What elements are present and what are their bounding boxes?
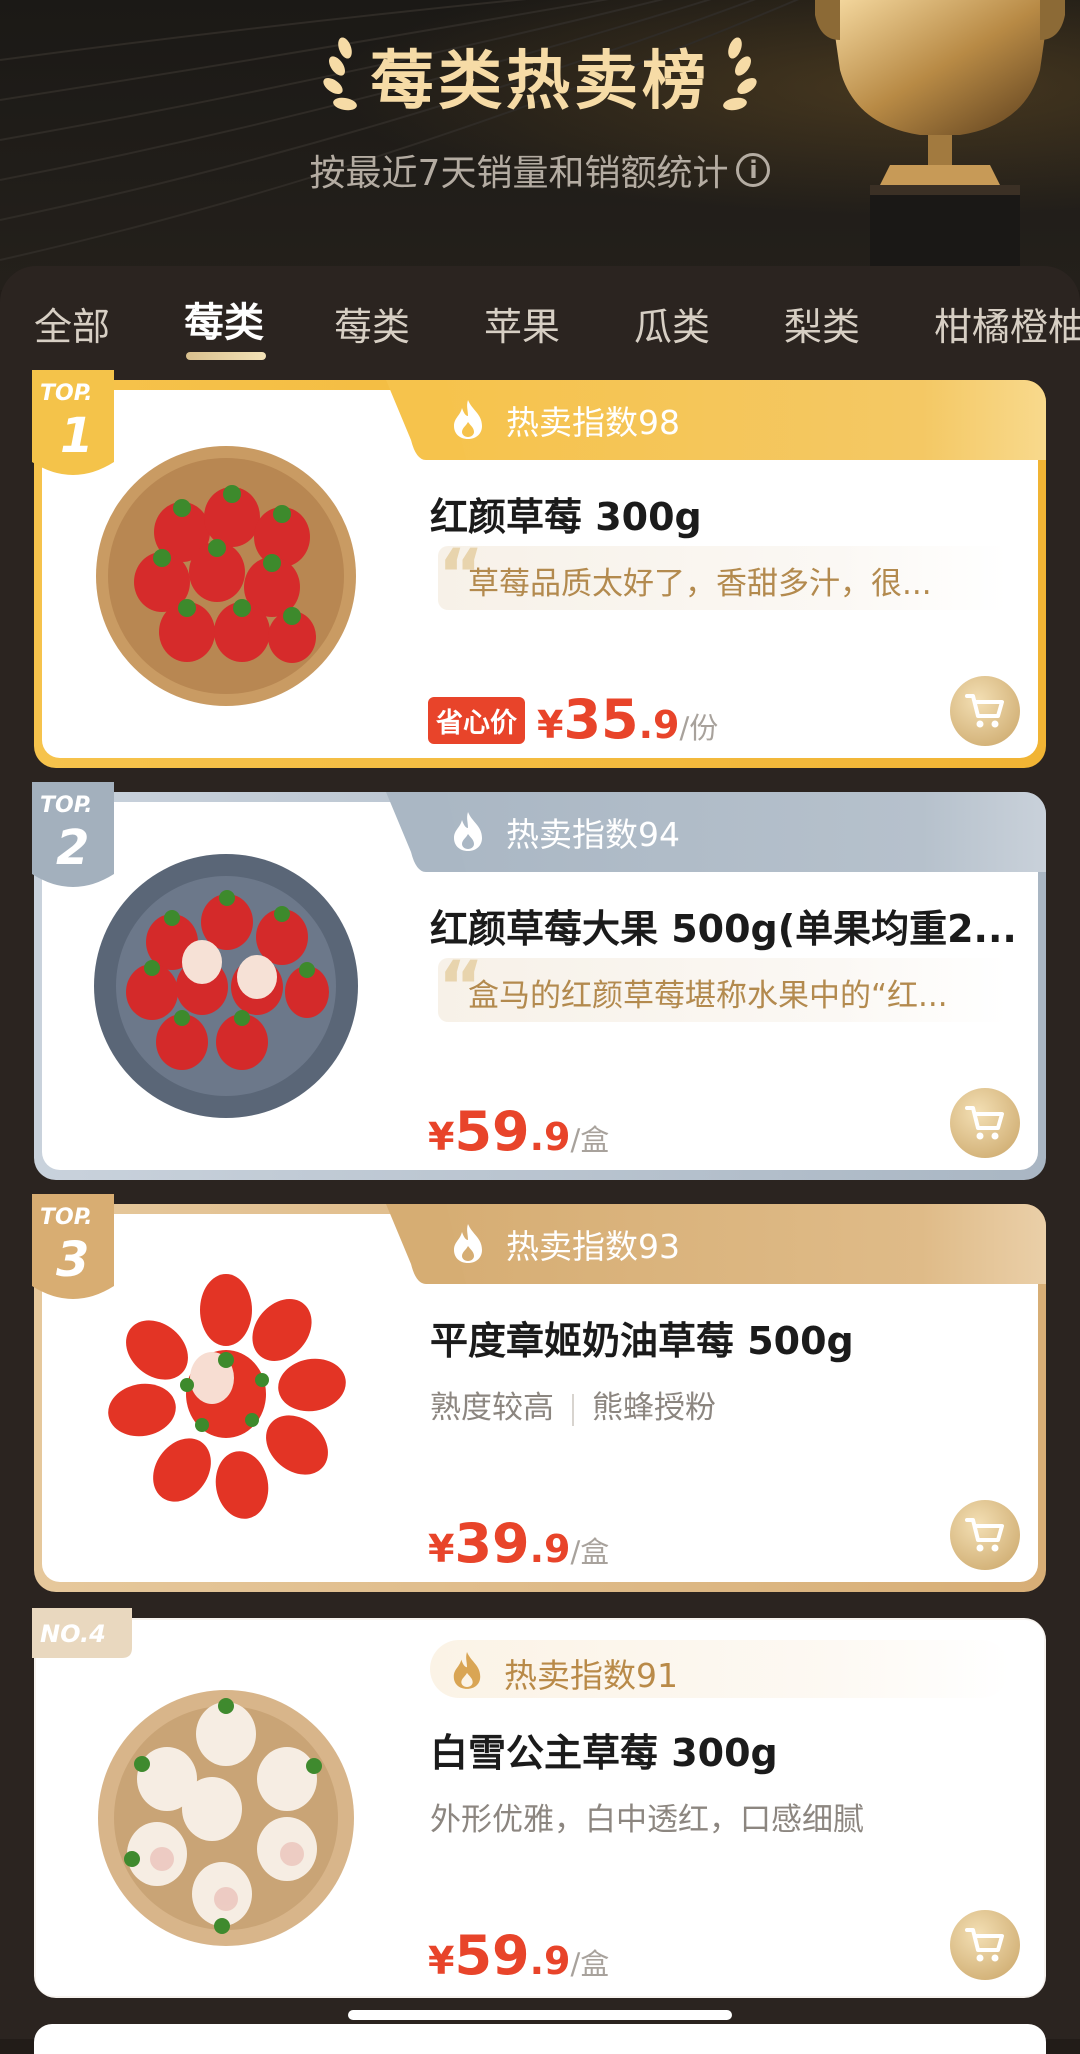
rank-label: TOP. [40,1205,93,1230]
next-card-peek [34,2024,1046,2054]
strawberry-blue-plate-image[interactable] [92,852,360,1120]
review-quote-text: 草莓品质太好了，香甜多汁，很... [468,566,932,602]
price-row: ¥59.9/盒 [428,1100,609,1163]
rank-number: 1 [60,408,93,464]
price-decimal: .9 [529,1115,571,1159]
value-price-tag: 省心价 [428,697,525,744]
hot-index-text: 热卖指数93 [506,1227,680,1266]
header-banner: 莓类热卖榜 按最近7天销量和销额统计 i [0,0,1080,290]
price-integer: 59 [454,1924,530,1987]
price-integer: 39 [454,1512,530,1575]
rank-badge-silver: TOP. 2 [32,782,114,887]
hot-index-banner: 热卖指数94 [386,792,1046,872]
flame-icon [453,1652,481,1689]
hot-index-banner: 热卖指数93 [386,1204,1046,1284]
laurel-right-icon [723,37,757,111]
home-indicator[interactable] [348,2010,732,2020]
review-quote-text: 盒马的红颜草莓堪称水果中的“红... [468,978,948,1014]
strawberry-star-image[interactable] [92,1260,360,1528]
product-tags: 熟度较高 熊蜂授粉 [430,1382,716,1427]
price-decimal: .9 [529,1939,571,1983]
price-currency: ¥ [428,1939,455,1983]
product-card-1[interactable]: 热卖指数98 TOP. 1 红颜草莓 300g “ 草莓品质太好了，香甜多汁，很… [32,370,1046,768]
hot-index-text: 热卖指数94 [506,815,680,854]
price-integer: 59 [454,1100,530,1163]
active-tab-indicator [186,352,266,360]
hot-index-banner: 热卖指数98 [386,380,1046,460]
tab-melons[interactable]: 瓜类 [634,296,710,351]
white-strawberry-plate-image[interactable] [92,1684,360,1952]
product-tag: 熊蜂授粉 [592,1390,716,1426]
price-decimal: .9 [529,1527,571,1571]
product-tag: 熟度较高 [430,1390,554,1426]
page-title: 莓类热卖榜 [370,45,710,119]
tab-berries[interactable]: 莓类 [334,296,410,351]
rank-badge-plain: NO.4 [32,1608,132,1658]
rank-number: 3 [56,1232,89,1288]
product-name[interactable]: 红颜草莓大果 500g(单果均重2... [430,898,1017,953]
hot-index-text: 热卖指数98 [506,403,680,442]
price-currency: ¥ [428,1527,455,1571]
product-card-3[interactable]: 热卖指数93 TOP. 3 平度章姬奶油草莓 500g 熟度较高 熊蜂授粉 ¥39… [32,1194,1046,1592]
category-tabs: 全部 莓类 莓类 苹果 瓜类 梨类 柑橘橙柚 [0,276,1080,366]
tab-apples[interactable]: 苹果 [484,296,560,351]
price-row: ¥59.9/盒 [428,1924,609,1987]
product-card-4[interactable]: 热卖指数91 NO.4 白雪公主草莓 300g 外形优雅，白中透红，口感细腻 ¥… [32,1608,1046,1998]
add-to-cart-button[interactable] [950,676,1020,746]
flame-icon [454,400,482,439]
price-unit: /盒 [570,1535,610,1569]
rank-badge-gold: TOP. 1 [32,370,114,475]
flame-icon [454,1224,482,1263]
cart-icon [965,694,1004,728]
product-name[interactable]: 红颜草莓 300g [430,486,702,541]
cart-icon [965,1518,1004,1552]
add-to-cart-button[interactable] [950,1910,1020,1980]
price-currency: ¥ [537,703,564,747]
rank-label: NO.4 [40,1620,106,1648]
tab-citrus[interactable]: 柑橘橙柚 [934,296,1080,351]
rank-label: TOP. [40,381,93,406]
review-quote: “ 盒马的红颜草莓堪称水果中的“红... [438,946,1008,1028]
price-row: ¥39.9/盒 [428,1512,609,1575]
price-integer: 35 [563,688,639,751]
add-to-cart-button[interactable] [950,1088,1020,1158]
product-name[interactable]: 白雪公主草莓 300g [430,1722,778,1777]
laurel-left-icon [323,37,357,111]
tag-separator [572,1393,574,1426]
price-unit: /盒 [570,1123,610,1157]
review-quote: “ 草莓品质太好了，香甜多汁，很... [438,534,1008,616]
price-decimal: .9 [638,703,680,747]
cart-icon [965,1106,1004,1140]
price-unit: /份 [679,711,719,745]
strawberry-plate-image[interactable] [92,442,360,710]
hot-index-text: 热卖指数91 [504,1656,678,1695]
tab-all[interactable]: 全部 [34,296,110,351]
add-to-cart-button[interactable] [950,1500,1020,1570]
flame-icon [454,812,482,851]
page-subtitle: 按最近7天销量和销额统计 [309,153,729,194]
price-unit: /盒 [570,1947,610,1981]
price-row: 省心价 ¥35.9/份 [428,688,718,751]
rank-label: TOP. [40,793,93,818]
rank-badge-bronze: TOP. 3 [32,1194,114,1299]
cart-icon [965,1928,1004,1962]
tab-berries-active[interactable]: 莓类 [184,290,264,348]
product-card-2[interactable]: 热卖指数94 TOP. 2 红颜草莓大果 500g(单果均重2... “ 盒马的… [32,782,1046,1180]
product-tags: 外形优雅，白中透红，口感细腻 [430,1802,864,1838]
price-currency: ¥ [428,1115,455,1159]
rank-number: 2 [56,820,89,876]
hot-index-pill: 热卖指数91 [430,1640,1010,1698]
info-circle-icon[interactable]: i [736,153,771,187]
tab-pears[interactable]: 梨类 [784,296,860,351]
product-name[interactable]: 平度章姬奶油草莓 500g [430,1310,854,1365]
